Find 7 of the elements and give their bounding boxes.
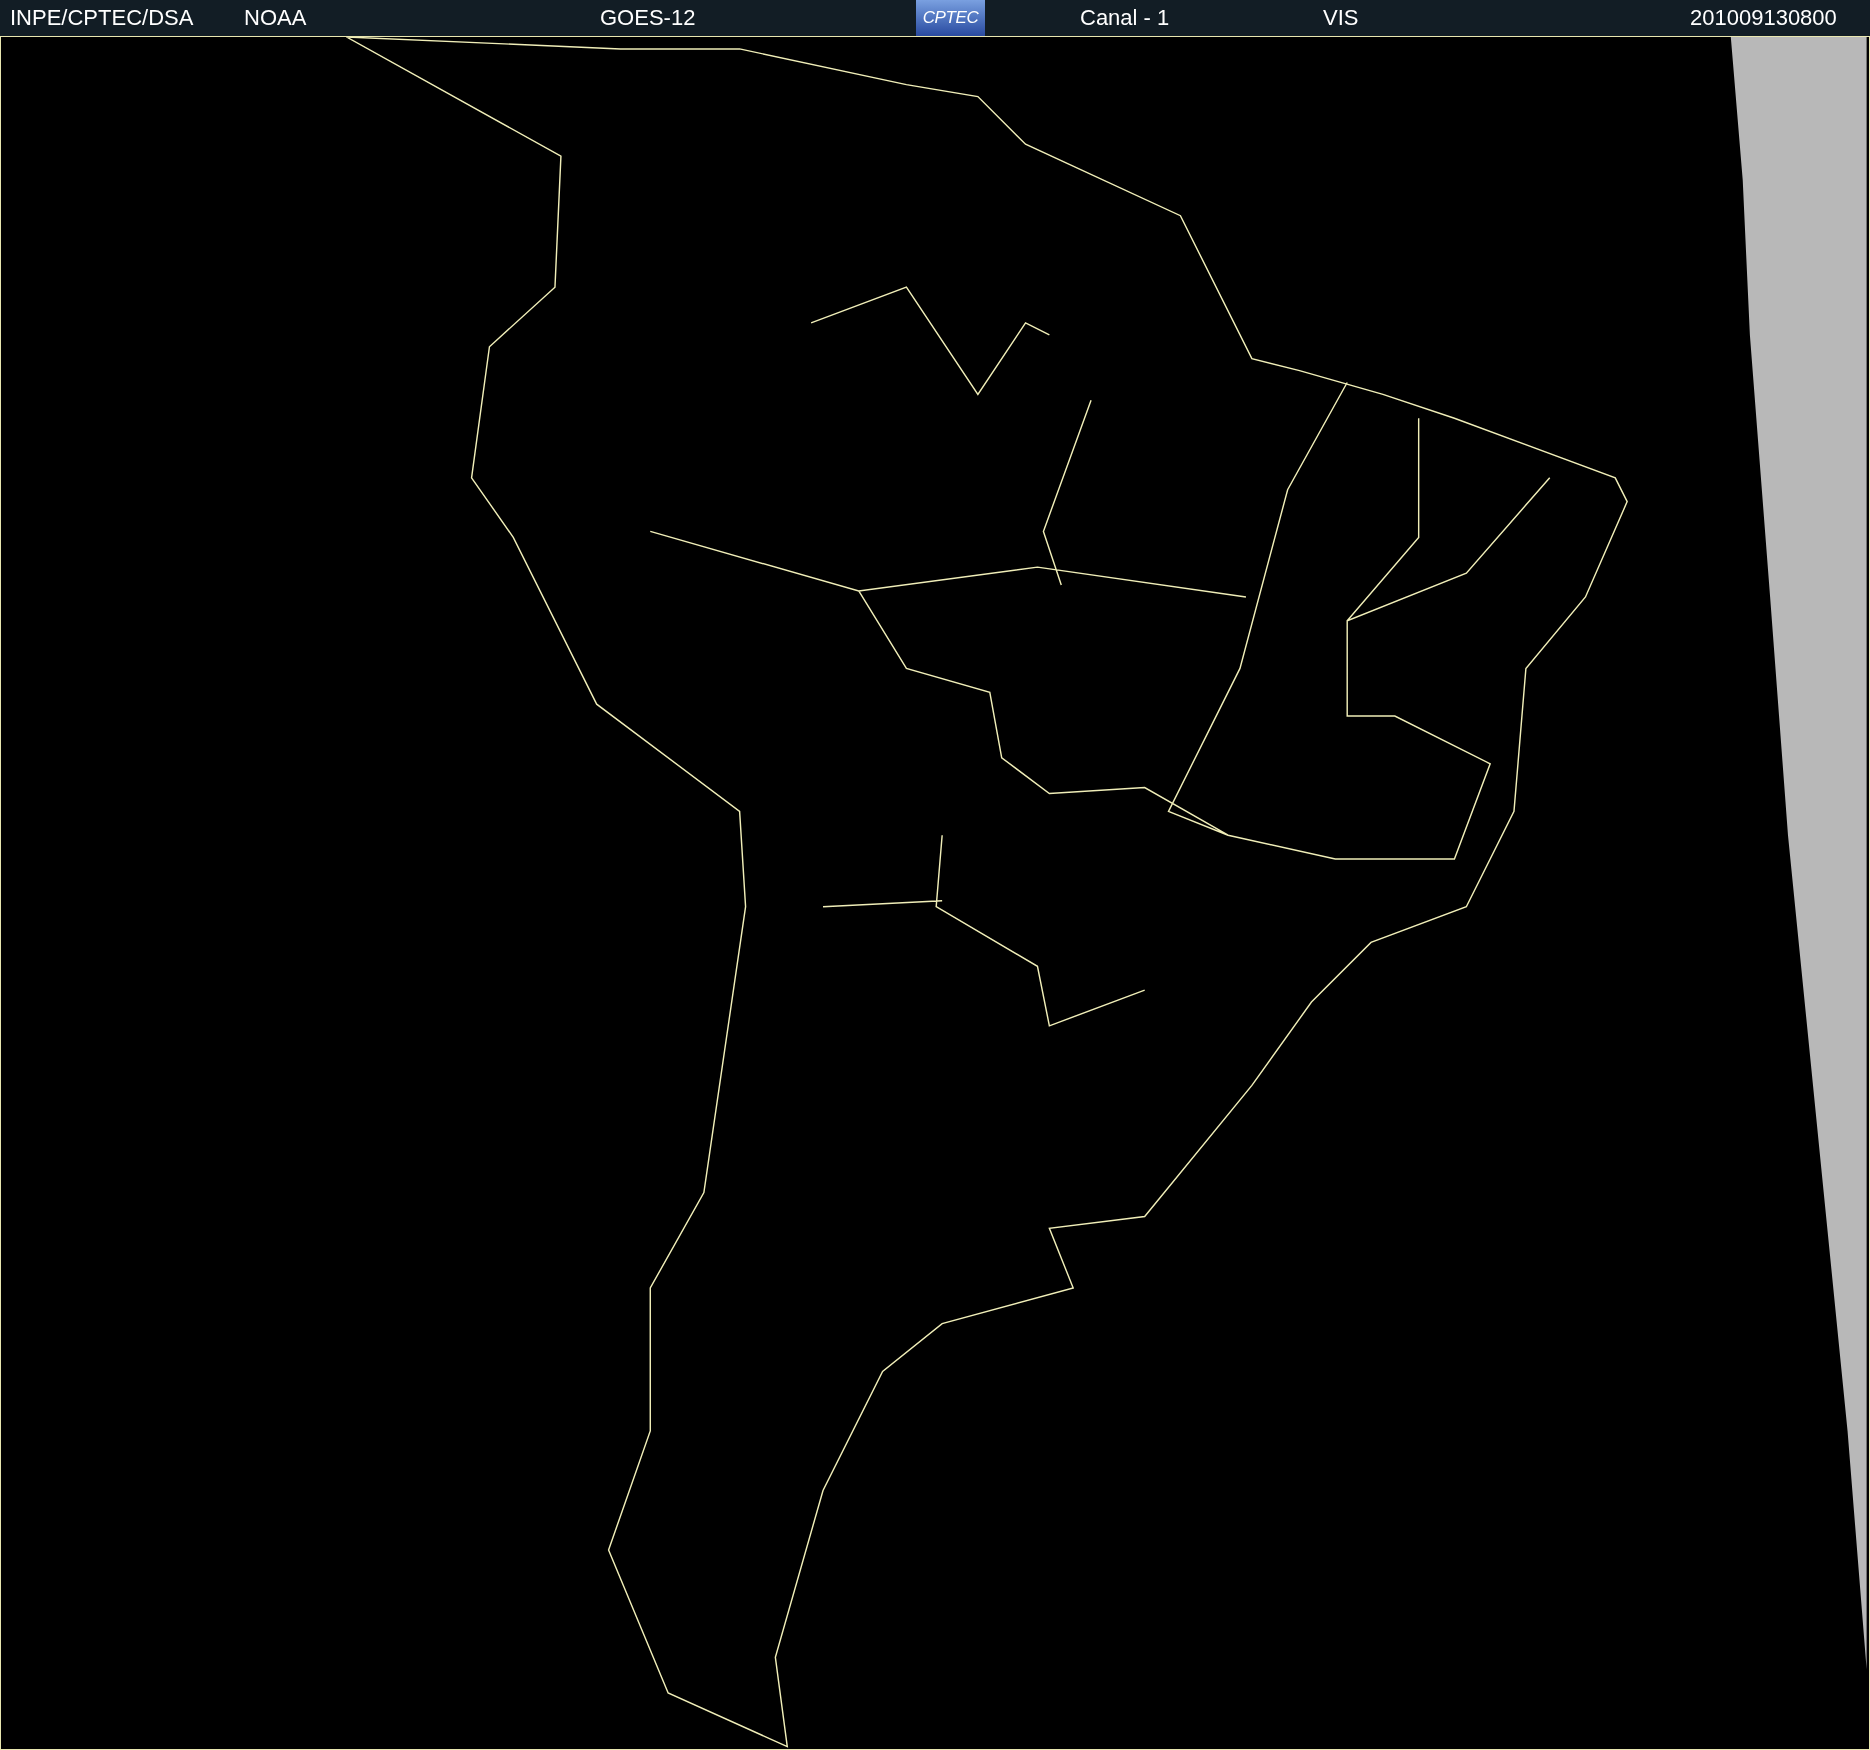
header-label: Canal - 1: [1080, 4, 1170, 32]
header-label: GOES-12: [600, 4, 696, 32]
header-label: VIS: [1323, 4, 1359, 32]
logo: CPTEC: [916, 0, 985, 36]
header-label: INPE/CPTEC/DSA: [10, 4, 194, 32]
header-label: NOAA: [244, 4, 307, 32]
header-label: 201009130800: [1690, 4, 1837, 32]
